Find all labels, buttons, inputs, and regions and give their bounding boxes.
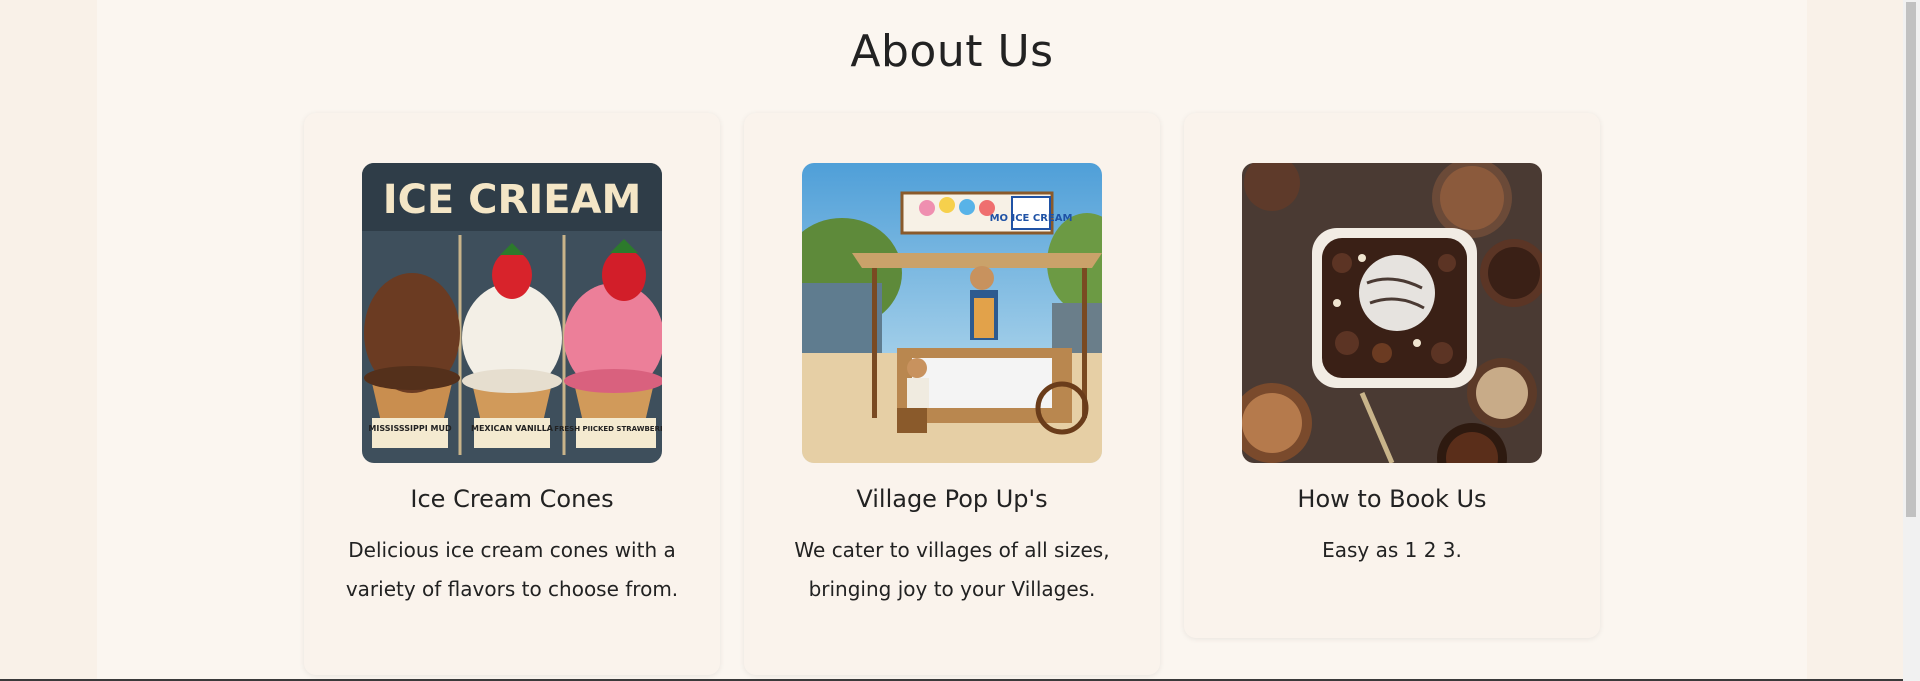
card-how-to-book-us: How to Book Us Easy as 1 2 3.: [1184, 113, 1600, 638]
card-description: We cater to villages of all sizes, bring…: [794, 538, 1110, 601]
card-title: Village Pop Up's: [856, 485, 1048, 513]
card-village-pop-ups: MO ICE CREAM Village Pop Up's We cater t…: [744, 113, 1160, 675]
card-title: How to Book Us: [1297, 485, 1487, 513]
card-ice-cream-cones: ICE CRIEAM MISSISSSIPPI MUD MEXICAN VANI…: [304, 113, 720, 675]
village-pop-ups-image: MO ICE CREAM: [802, 163, 1102, 463]
vertical-scrollbar[interactable]: [1903, 0, 1920, 681]
card-title: Ice Cream Cones: [410, 485, 614, 513]
label-vanilla: MEXICAN VANILLA: [471, 424, 554, 433]
scrollbar-thumb[interactable]: [1906, 2, 1916, 517]
section-heading: About Us: [850, 26, 1054, 77]
card-description: Delicious ice cream cones with a variety…: [345, 538, 679, 601]
image-sign-text: MO ICE CREAM: [990, 213, 1073, 224]
image-sign-text: ICE CRIEAM: [383, 177, 642, 223]
label-strawberries: FRESH PIICKED STRAWBERRIES: [554, 425, 662, 433]
ice-cream-cones-image: ICE CRIEAM MISSISSSIPPI MUD MEXICAN VANI…: [362, 163, 662, 463]
label-mud: MISSISSSIPPI MUD: [368, 424, 452, 433]
card-description: Easy as 1 2 3.: [1322, 538, 1462, 562]
how-to-book-us-image: [1242, 163, 1542, 463]
page-container: About Us ICE CRIEAM MISSISSSIPPI MUD MEX…: [97, 0, 1807, 681]
